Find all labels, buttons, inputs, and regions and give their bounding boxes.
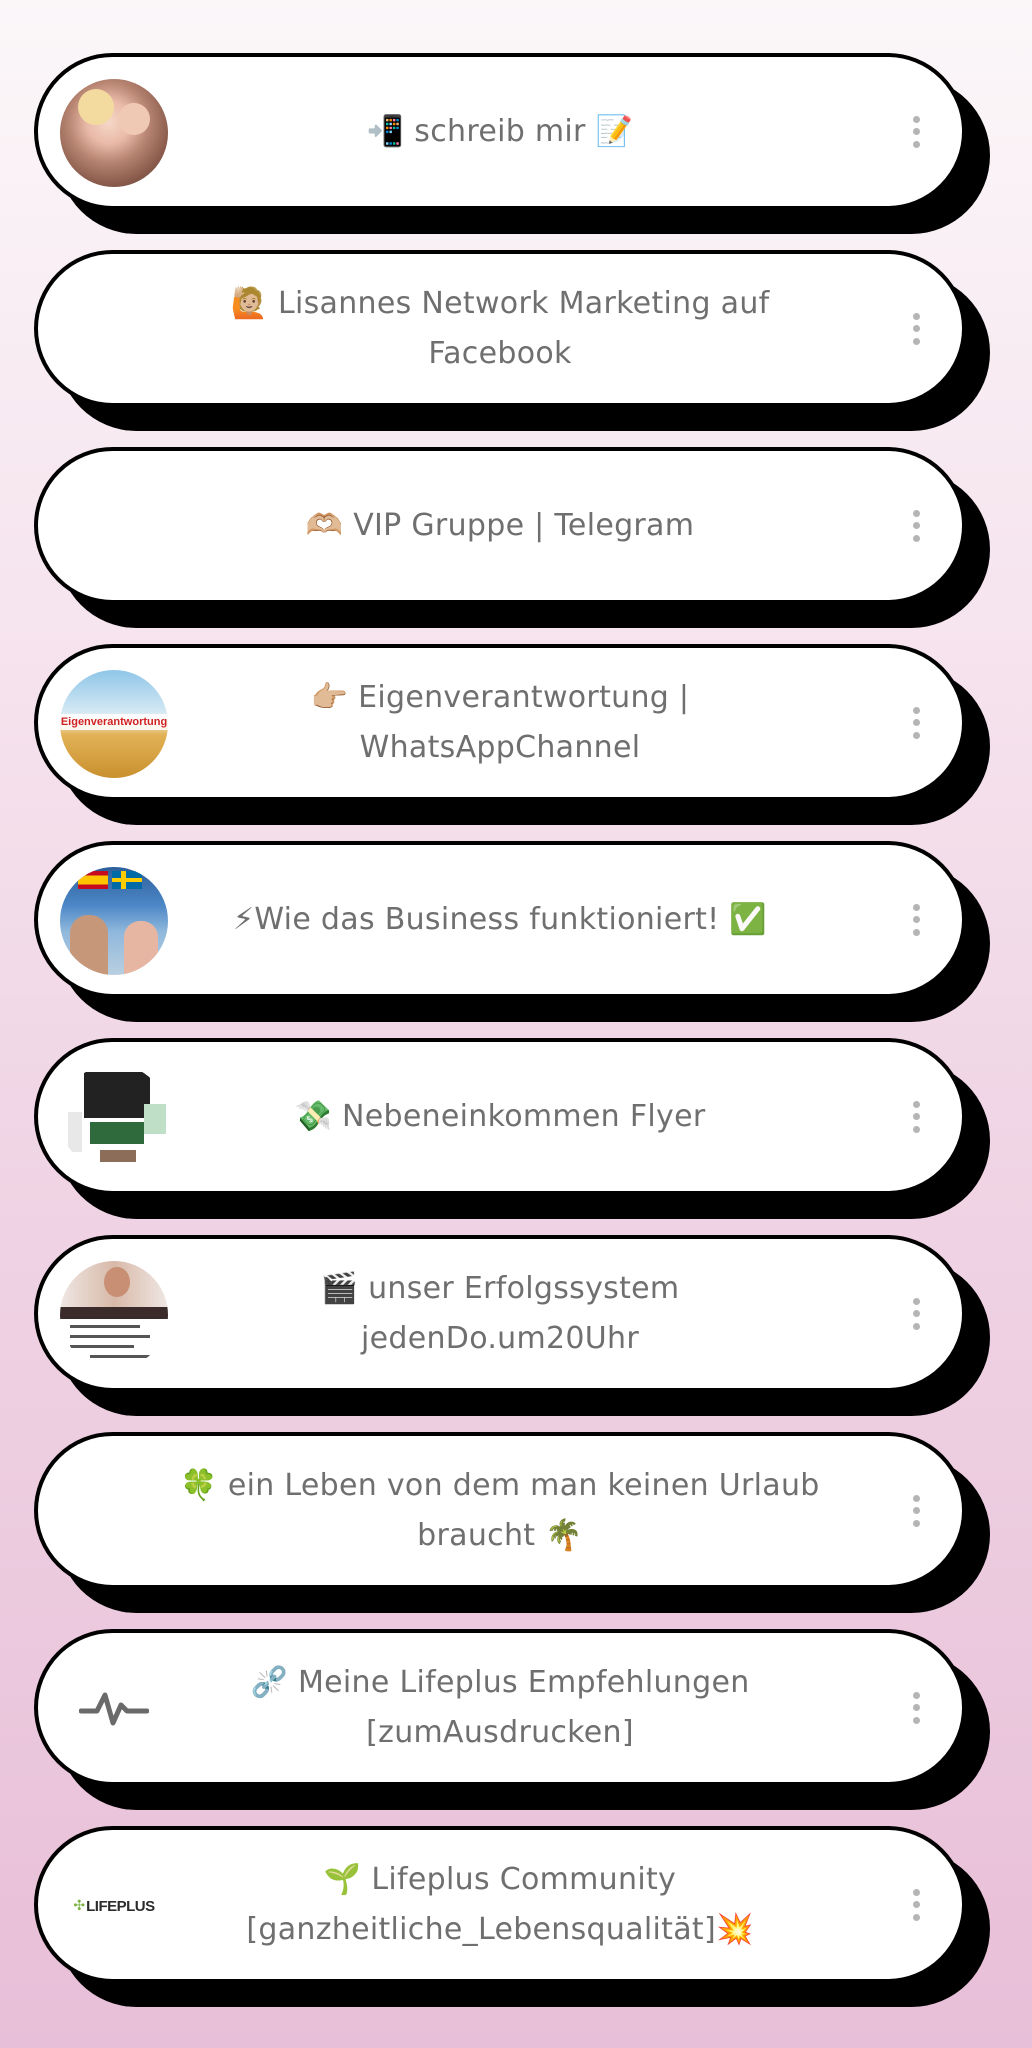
link-label: 🙋🏼 Lisannes Network Marketing auf Facebo… xyxy=(230,285,770,371)
link-button-business[interactable]: ⚡Wie das Business funktioniert! ✅ xyxy=(34,841,966,998)
flyer-thumbnail xyxy=(60,1064,168,1172)
link-button-telegram[interactable]: 🫶🏼 VIP Gruppe | Telegram xyxy=(34,447,966,604)
link-label: 🍀 ein Leben von dem man keinen Urlaub br… xyxy=(180,1467,820,1553)
link-item-facebook: 🙋🏼 Lisannes Network Marketing auf Facebo… xyxy=(34,250,990,431)
more-options-icon[interactable] xyxy=(906,1885,926,1925)
more-options-icon[interactable] xyxy=(906,309,926,349)
link-item-schreib-mir: 📲 schreib mir 📝 xyxy=(34,53,990,234)
link-item-telegram: 🫶🏼 VIP Gruppe | Telegram xyxy=(34,447,990,628)
link-label: 📲 schreib mir 📝 xyxy=(366,113,634,149)
family-photo-thumbnail xyxy=(60,79,168,187)
link-label: 🌱 Lifeplus Community [ganzheitliche_Lebe… xyxy=(246,1861,754,1947)
link-button-erfolgssystem[interactable]: 🎬 unser Erfolgssystem jedenDo.um20Uhr xyxy=(34,1235,966,1392)
link-button-lifeplus-community[interactable]: ✣ LIFEPLUS 🌱 Lifeplus Community [ganzhei… xyxy=(34,1826,966,1983)
link-label: 🫶🏼 VIP Gruppe | Telegram xyxy=(305,507,695,543)
more-options-icon[interactable] xyxy=(906,1491,926,1531)
more-options-icon[interactable] xyxy=(906,1294,926,1334)
thumbnail-text: Eigenverantwortung xyxy=(60,714,168,730)
link-button-urlaub[interactable]: 🍀 ein Leben von dem man keinen Urlaub br… xyxy=(34,1432,966,1589)
link-button-whatsapp-channel[interactable]: Eigenverantwortung 👉🏼 Eigenverantwortung… xyxy=(34,644,966,801)
pulse-icon xyxy=(60,1655,168,1763)
spain-flag-icon xyxy=(78,871,108,889)
link-item-flyer: 💸 Nebeneinkommen Flyer xyxy=(34,1038,990,1219)
link-label: ⚡Wie das Business funktioniert! ✅ xyxy=(233,901,767,937)
business-video-thumbnail xyxy=(60,867,168,975)
link-label: ⛓️‍💥 Meine Lifeplus Empfehlungen [zumAus… xyxy=(250,1664,750,1750)
more-options-icon[interactable] xyxy=(906,506,926,546)
logo-text: LIFEPLUS xyxy=(86,1897,155,1915)
link-label: 🎬 unser Erfolgssystem jedenDo.um20Uhr xyxy=(320,1270,680,1356)
link-label: 💸 Nebeneinkommen Flyer xyxy=(294,1098,706,1134)
link-button-empfehlungen[interactable]: ⛓️‍💥 Meine Lifeplus Empfehlungen [zumAus… xyxy=(34,1629,966,1786)
link-item-empfehlungen: ⛓️‍💥 Meine Lifeplus Empfehlungen [zumAus… xyxy=(34,1629,990,1810)
link-item-erfolgssystem: 🎬 unser Erfolgssystem jedenDo.um20Uhr xyxy=(34,1235,990,1416)
erfolgssystem-thumbnail xyxy=(60,1261,168,1369)
link-item-whatsapp-channel: Eigenverantwortung 👉🏼 Eigenverantwortung… xyxy=(34,644,990,825)
more-options-icon[interactable] xyxy=(906,1688,926,1728)
link-button-facebook[interactable]: 🙋🏼 Lisannes Network Marketing auf Facebo… xyxy=(34,250,966,407)
link-label: 👉🏼 Eigenverantwortung | WhatsAppChannel xyxy=(310,679,690,765)
more-options-icon[interactable] xyxy=(906,900,926,940)
link-button-flyer[interactable]: 💸 Nebeneinkommen Flyer xyxy=(34,1038,966,1195)
eigenverantwortung-thumbnail: Eigenverantwortung xyxy=(60,670,168,778)
more-options-icon[interactable] xyxy=(906,1097,926,1137)
link-list: 📲 schreib mir 📝 🙋🏼 Lisannes Network Mark… xyxy=(0,0,1032,2048)
sweden-flag-icon xyxy=(112,871,142,889)
lifeplus-logo: ✣ LIFEPLUS xyxy=(60,1852,168,1960)
more-options-icon[interactable] xyxy=(906,112,926,152)
link-item-lifeplus-community: ✣ LIFEPLUS 🌱 Lifeplus Community [ganzhei… xyxy=(34,1826,990,2007)
leaf-icon: ✣ xyxy=(73,1898,86,1914)
link-item-business: ⚡Wie das Business funktioniert! ✅ xyxy=(34,841,990,1022)
link-item-urlaub: 🍀 ein Leben von dem man keinen Urlaub br… xyxy=(34,1432,990,1613)
more-options-icon[interactable] xyxy=(906,703,926,743)
link-button-schreib-mir[interactable]: 📲 schreib mir 📝 xyxy=(34,53,966,210)
